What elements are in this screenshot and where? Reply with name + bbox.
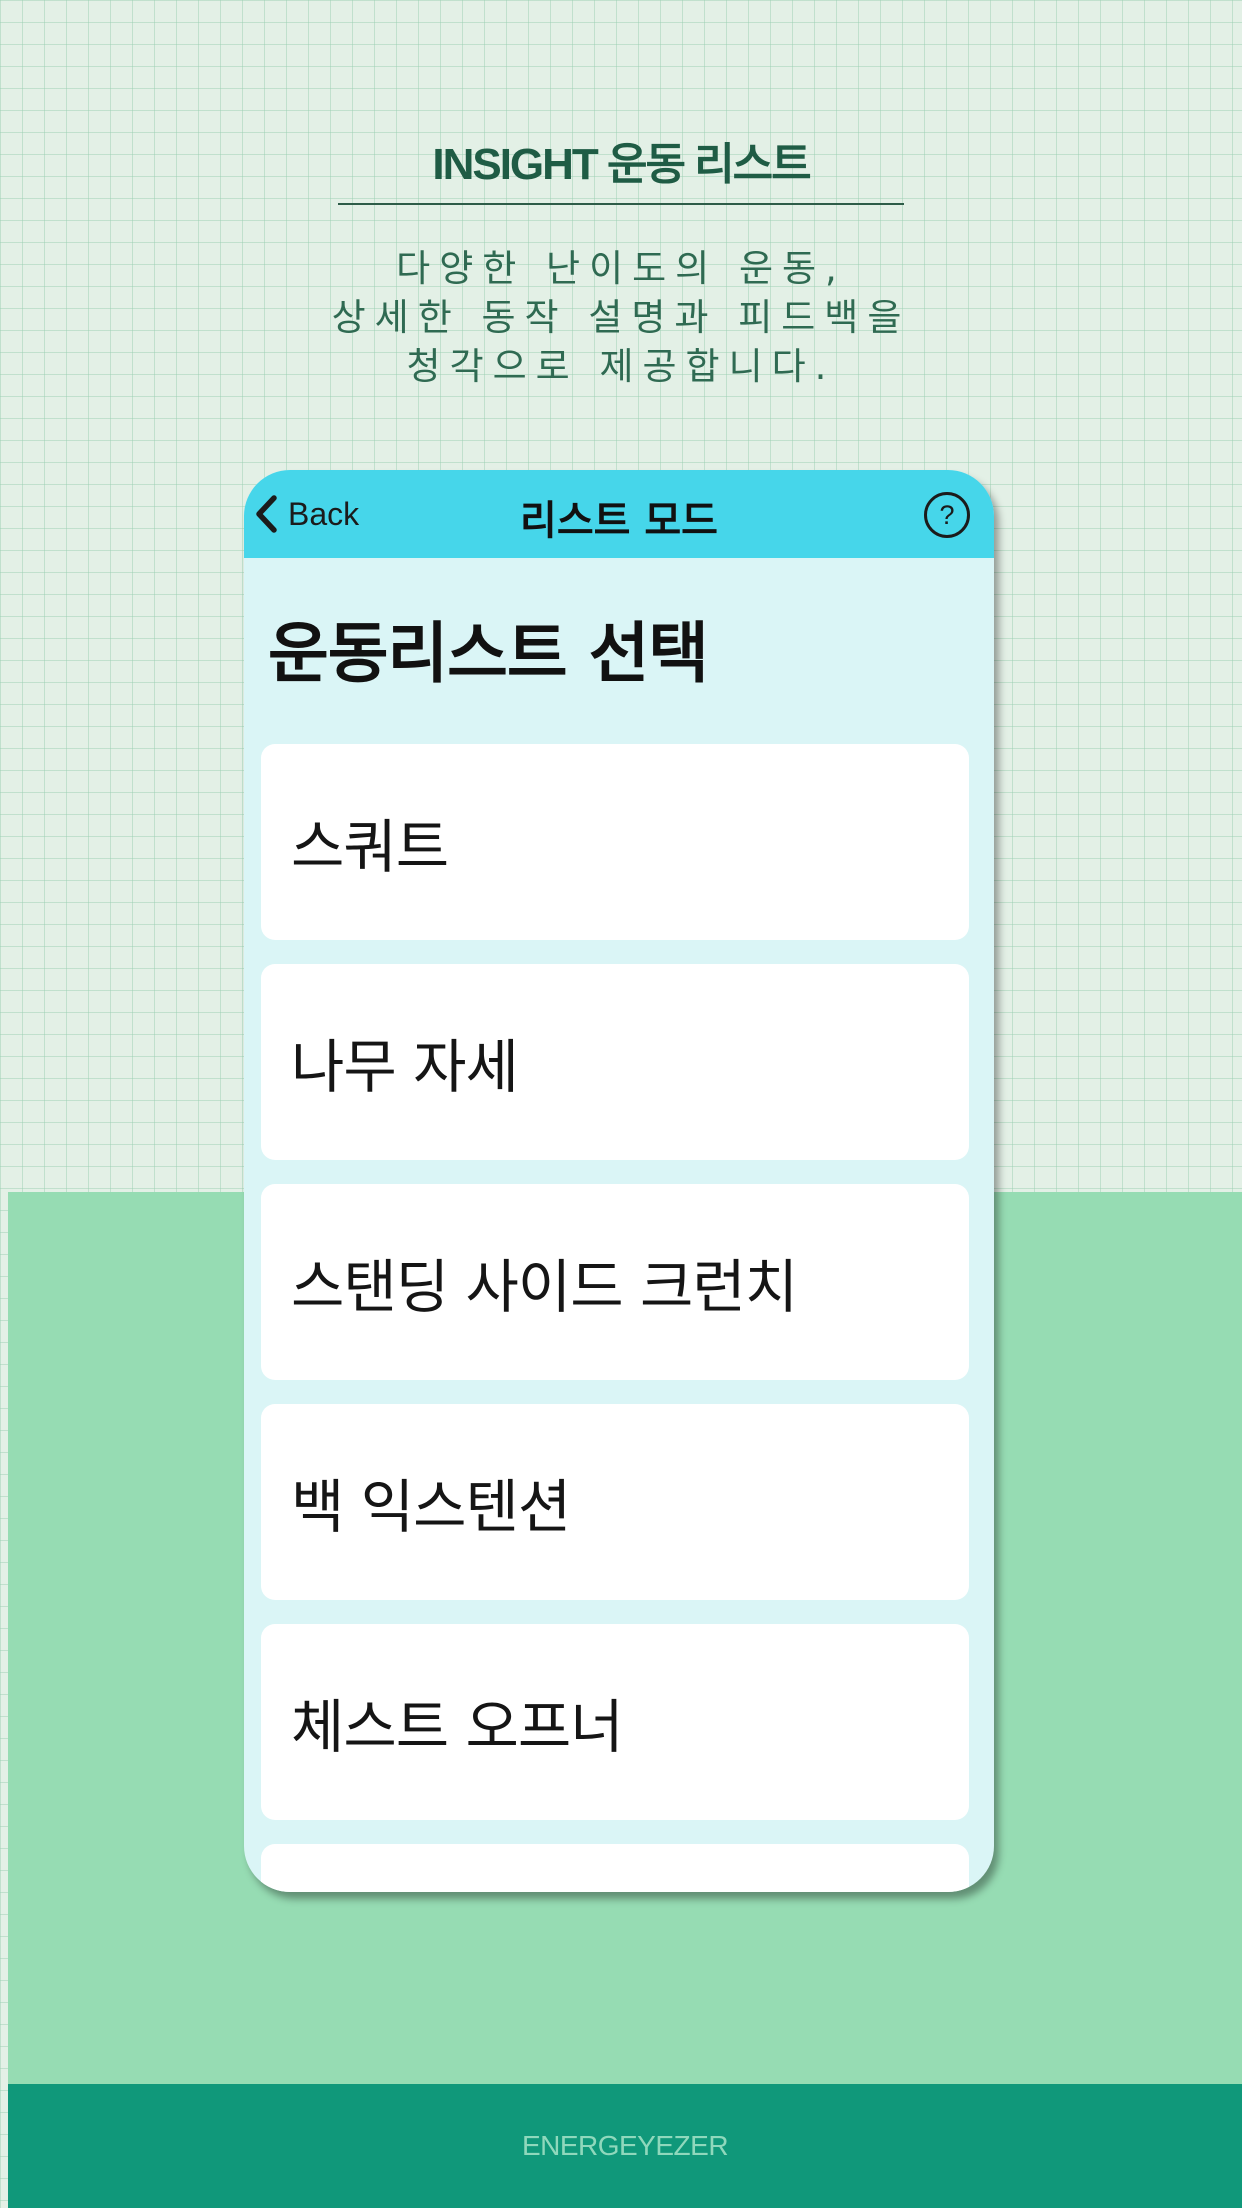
exercise-item-squat[interactable]: 스쿼트: [261, 744, 969, 940]
back-button[interactable]: Back: [252, 490, 359, 538]
phone-screen-mockup: Back 리스트 모드 ? 운동리스트 선택 스쿼트 나무 자세 스탠딩 사이드…: [244, 470, 994, 1892]
exercise-item-chest-opener[interactable]: 체스트 오프너: [261, 1624, 969, 1820]
feature-description: 다양한 난이도의 운동, 상세한 동작 설명과 피드백을 청각으로 제공합니다.: [0, 244, 1242, 391]
description-line: 상세한 동작 설명과 피드백을: [331, 296, 911, 339]
exercise-label: 스쿼트: [291, 813, 449, 881]
exercise-label: 백 익스텐션: [291, 1473, 571, 1541]
page-title: INSIGHT 운동 리스트: [432, 140, 811, 189]
exercise-item-back-extension[interactable]: 백 익스텐션: [261, 1404, 969, 1600]
footer: ENERGEYEZER: [8, 2084, 1242, 2208]
exercise-label: 스탠딩 사이드 크런치: [291, 1253, 798, 1321]
chevron-left-icon: [256, 495, 277, 533]
description-line: 청각으로 제공합니다.: [406, 345, 836, 388]
back-button-label: Back: [288, 495, 360, 532]
list-heading: 운동리스트 선택: [268, 615, 709, 692]
exercise-list: 스쿼트 나무 자세 스탠딩 사이드 크런치 백 익스텐션 체스트 오프너: [261, 744, 969, 1892]
exercise-item-tree-pose[interactable]: 나무 자세: [261, 964, 969, 1160]
navigation-bar: Back 리스트 모드 ?: [244, 470, 994, 558]
svg-text:?: ?: [939, 500, 954, 530]
exercise-item-partial[interactable]: [261, 1844, 969, 1892]
exercise-item-standing-side-crunch[interactable]: 스탠딩 사이드 크런치: [261, 1184, 969, 1380]
footer-brand: ENERGEYEZER: [521, 2130, 729, 2161]
question-circle-icon: ?: [924, 492, 970, 538]
description-line: 다양한 난이도의 운동,: [396, 247, 846, 290]
exercise-label: 나무 자세: [291, 1033, 519, 1101]
title-divider: [338, 203, 904, 205]
exercise-label: 체스트 오프너: [291, 1693, 624, 1761]
help-button[interactable]: ?: [922, 490, 972, 540]
